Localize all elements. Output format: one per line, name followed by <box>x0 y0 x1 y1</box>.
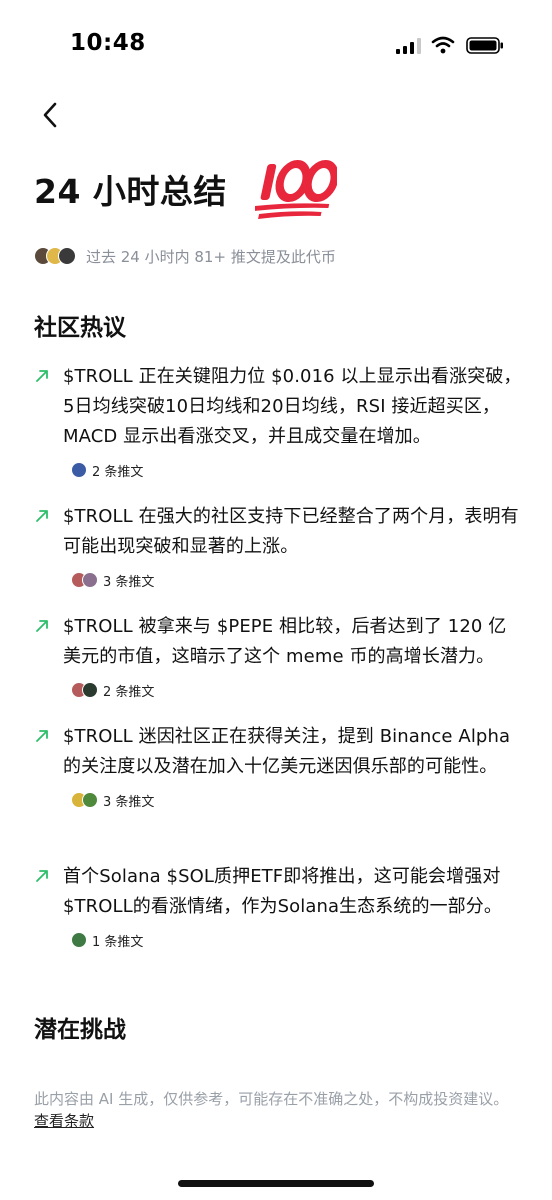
section-heading-challenges: 潜在挑战 <box>34 1017 126 1043</box>
list-item: $TROLL 正在关键阻力位 $0.016 以上显示出看涨突破，5日均线突破10… <box>34 362 524 480</box>
status-time: 10:48 <box>70 30 146 56</box>
home-indicator[interactable] <box>178 1180 374 1187</box>
list-item: $TROLL 被拿来与 $PEPE 相比较，后者达到了 120 亿美元的市值，这… <box>34 612 524 700</box>
tweet-count: 1 条推文 <box>92 934 144 950</box>
trend-up-arrow-icon <box>36 370 48 382</box>
item-tweets-link[interactable]: 1 条推文 <box>71 930 524 950</box>
battery-icon <box>466 37 503 54</box>
tweet-count: 3 条推文 <box>103 574 155 590</box>
item-text: 首个Solana $SOL质押ETF即将推出，这可能会增强对$TROLL的看涨情… <box>63 866 502 917</box>
page-title: 24 小时总结 <box>34 172 227 211</box>
meta-avatars <box>71 462 87 478</box>
avatar <box>58 247 76 265</box>
list-item: 首个Solana $SOL质押ETF即将推出，这可能会增强对$TROLL的看涨情… <box>34 862 524 950</box>
tweet-count: 2 条推文 <box>92 464 144 480</box>
item-tweets-link[interactable]: 2 条推文 <box>71 680 524 700</box>
hundred-points-icon <box>254 160 337 219</box>
item-text: $TROLL 迷因社区正在获得关注，提到 Binance Alpha 的关注度以… <box>63 726 511 777</box>
list-item: $TROLL 迷因社区正在获得关注，提到 Binance Alpha 的关注度以… <box>34 722 524 810</box>
title-row: 24 小时总结 <box>34 154 337 224</box>
back-button[interactable] <box>36 98 66 132</box>
item-text: $TROLL 正在关键阻力位 $0.016 以上显示出看涨突破，5日均线突破10… <box>63 366 522 447</box>
tweet-count: 2 条推文 <box>103 684 155 700</box>
avatar <box>71 932 87 948</box>
mentions-text: 过去 24 小时内 81+ 推文提及此代币 <box>86 247 336 266</box>
meta-avatars <box>71 682 98 698</box>
meta-avatars <box>71 792 98 808</box>
section-heading-community: 社区热议 <box>34 315 126 341</box>
item-tweets-link[interactable]: 3 条推文 <box>71 570 524 590</box>
trend-up-arrow-icon <box>36 870 48 882</box>
meta-avatars <box>71 932 87 948</box>
wifi-icon <box>431 36 455 54</box>
mentions-row[interactable]: 过去 24 小时内 81+ 推文提及此代币 <box>34 244 336 268</box>
disclaimer-text: 此内容由 AI 生成，仅供参考，可能存在不准确之处，不构成投资建议。 <box>34 1090 509 1108</box>
status-bar: 10:48 <box>0 0 552 90</box>
avatar-stack <box>34 247 76 265</box>
meta-avatars <box>71 572 98 588</box>
trend-up-arrow-icon <box>36 730 48 742</box>
list-item: $TROLL 在强大的社区支持下已经整合了两个月，表明有可能出现突破和显著的上涨… <box>34 502 524 590</box>
trend-up-arrow-icon <box>36 510 48 522</box>
terms-link[interactable]: 查看条款 <box>34 1112 94 1130</box>
avatar <box>71 462 87 478</box>
trend-up-arrow-icon <box>36 620 48 632</box>
item-tweets-link[interactable]: 2 条推文 <box>71 460 524 480</box>
item-text: $TROLL 在强大的社区支持下已经整合了两个月，表明有可能出现突破和显著的上涨… <box>63 506 519 557</box>
avatar <box>82 682 98 698</box>
item-text: $TROLL 被拿来与 $PEPE 相比较，后者达到了 120 亿美元的市值，这… <box>63 616 507 667</box>
tweet-count: 3 条推文 <box>103 794 155 810</box>
avatar <box>82 792 98 808</box>
signal-icon <box>396 38 421 54</box>
item-tweets-link[interactable]: 3 条推文 <box>71 790 524 810</box>
disclaimer: 此内容由 AI 生成，仅供参考，可能存在不准确之处，不构成投资建议。 查看条款 <box>34 1088 520 1132</box>
avatar <box>82 572 98 588</box>
